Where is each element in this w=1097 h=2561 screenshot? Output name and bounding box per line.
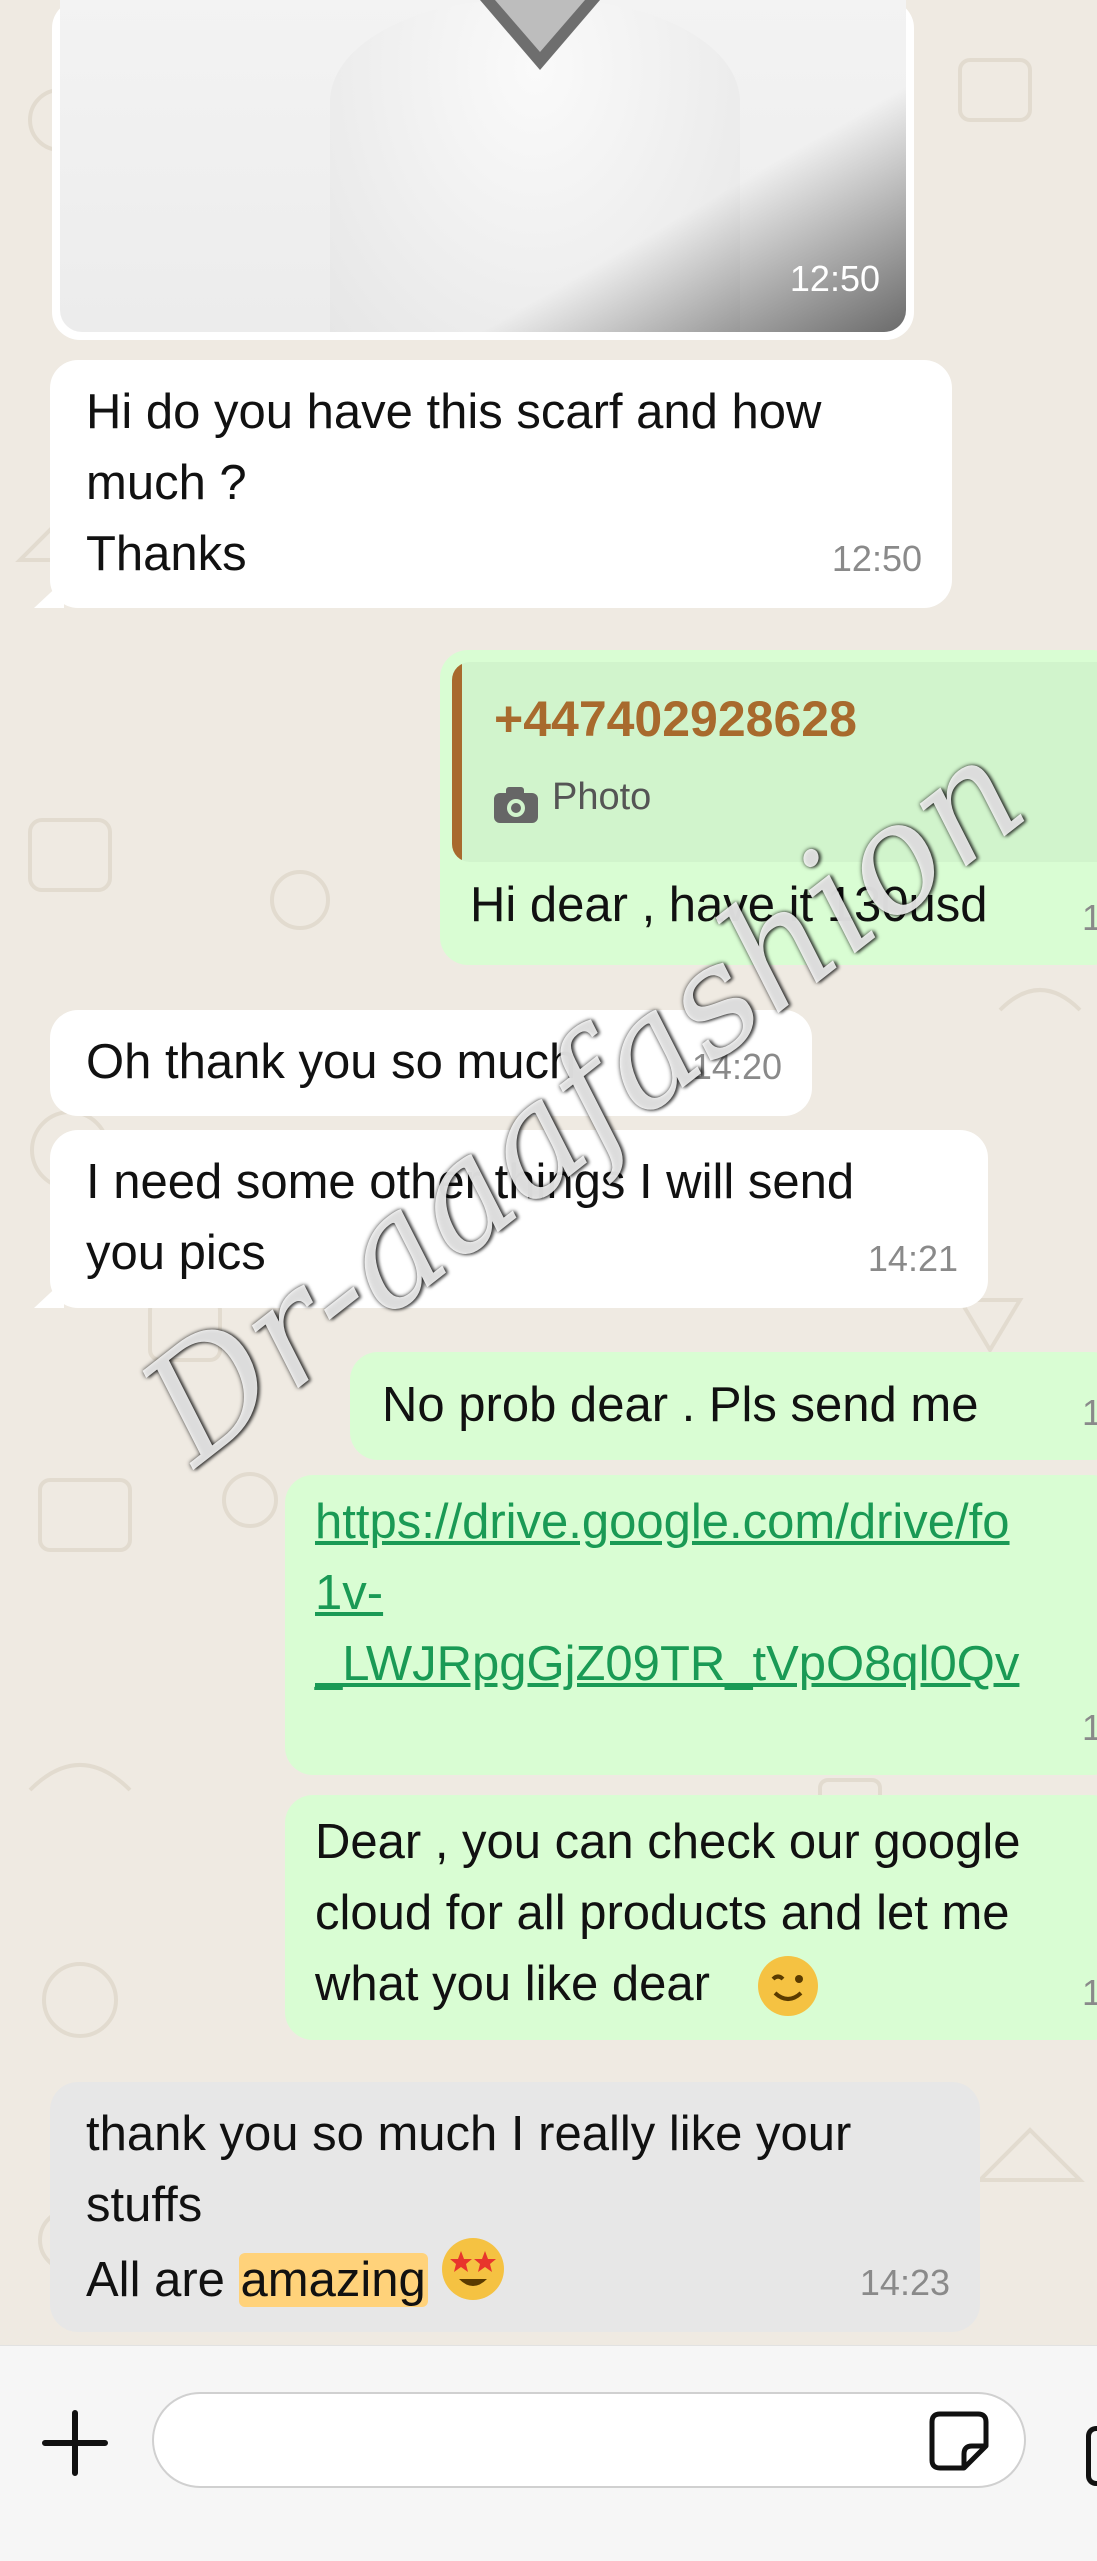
outgoing-message[interactable]: No prob dear . Pls send me 1 [350, 1352, 1097, 1460]
message-line: stuffs [86, 2178, 203, 2232]
message-line: cloud for all products and let me [315, 1886, 1010, 1940]
incoming-message[interactable]: Hi do you have this scarf and how much ?… [50, 360, 952, 608]
drive-link[interactable]: https://drive.google.com/drive/fo [315, 1487, 1010, 1558]
message-line: Hi do you have this scarf and how [86, 385, 822, 439]
composer-bar [0, 2345, 1097, 2561]
message-timestamp: 14:20 [691, 1046, 782, 1087]
highlighted-word: amazing [238, 2252, 428, 2307]
selected-incoming-message[interactable]: thank you so much I really like your stu… [50, 2082, 980, 2332]
message-text: No prob dear . Pls send me [382, 1378, 979, 1432]
message-timestamp: 1 [1082, 897, 1097, 938]
dress-photo[interactable]: 12:50 [60, 0, 906, 332]
bubble-tail [34, 580, 64, 608]
quoted-message[interactable]: +447402928628 Photo [452, 662, 1097, 862]
quoted-caption: Photo [552, 776, 652, 818]
sticker-icon[interactable] [928, 2410, 990, 2472]
message-line: Dear , you can check our google [315, 1815, 1021, 1869]
outgoing-message[interactable]: Dear , you can check our google cloud fo… [285, 1795, 1097, 2040]
message-timestamp: 1 [1082, 1392, 1097, 1433]
message-text: Hi dear , have it 130usd [470, 878, 988, 932]
message-line: I need some other things I will send [86, 1155, 855, 1209]
quote-accent-bar [452, 662, 462, 862]
chat-area[interactable]: 12:50 Hi do you have this scarf and how … [0, 0, 1097, 2345]
message-text-prefix: All are [86, 2252, 239, 2307]
message-timestamp: 14:23 [859, 2262, 950, 2303]
message-line: you pics [86, 1226, 266, 1280]
message-line: Thanks [86, 527, 247, 581]
message-line: what you like dear [315, 1957, 710, 2011]
camera-icon [494, 772, 538, 843]
message-timestamp: 1 [1082, 1972, 1097, 2013]
star-struck-emoji [441, 2237, 505, 2321]
message-timestamp: 1 [1082, 1707, 1097, 1748]
message-text: Oh thank you so much [86, 1035, 577, 1089]
photo-shade [60, 0, 906, 332]
message-timestamp: 14:21 [867, 1238, 958, 1279]
message-timestamp: 12:50 [831, 538, 922, 579]
camera-button-edge[interactable] [1086, 2426, 1097, 2486]
outgoing-link-message[interactable]: https://drive.google.com/drive/fo 1v- _L… [285, 1475, 1097, 1775]
outgoing-reply-message[interactable]: +447402928628 Photo Hi dear , have it 13… [440, 650, 1097, 965]
message-line: thank you so much I really like your [86, 2107, 852, 2161]
image-timestamp: 12:50 [789, 258, 880, 299]
drive-link[interactable]: 1v- [315, 1558, 383, 1629]
quoted-sender-number: +447402928628 [494, 691, 857, 747]
incoming-message[interactable]: Oh thank you so much 14:20 [50, 1010, 812, 1116]
plus-icon[interactable] [40, 2408, 110, 2478]
message-input[interactable] [152, 2392, 1026, 2488]
bubble-tail [34, 1280, 64, 1308]
incoming-message[interactable]: I need some other things I will send you… [50, 1130, 988, 1308]
image-message[interactable]: 12:50 [52, 0, 914, 340]
message-line: All are amazing [86, 2238, 505, 2325]
message-line: much ? [86, 456, 247, 510]
drive-link[interactable]: _LWJRpgGjZ09TR_tVpO8ql0Qv [315, 1629, 1019, 1700]
winking-face-emoji [757, 1955, 819, 2037]
